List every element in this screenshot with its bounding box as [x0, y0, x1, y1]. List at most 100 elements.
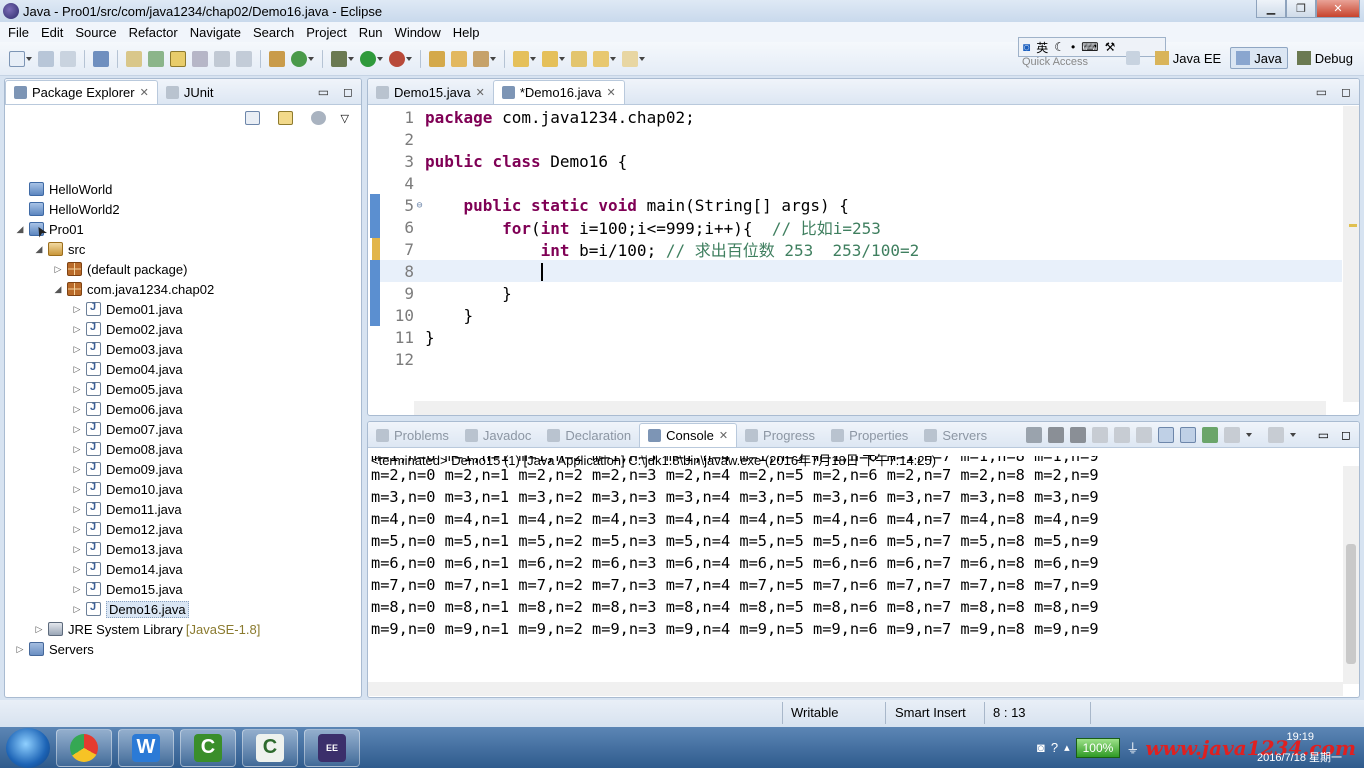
tree-item[interactable]: ▷ Demo11.java	[72, 499, 182, 519]
menu-refactor[interactable]: Refactor	[123, 25, 184, 40]
show-whitespace-icon[interactable]	[214, 50, 230, 67]
collapsed-arrow-icon[interactable]: ▷	[15, 644, 25, 655]
chevron-down-icon[interactable]	[348, 51, 355, 67]
collapsed-arrow-icon[interactable]: ▷	[72, 364, 82, 375]
console-output[interactable]: m=1,n=0 m=1,n=1 m=1,n=2 m=1,n=3 m=1,n=4 …	[371, 456, 1331, 640]
back-icon[interactable]	[593, 50, 609, 67]
console-horizontal-scrollbar[interactable]	[368, 682, 1343, 696]
help-icon[interactable]: ?	[1051, 740, 1058, 755]
close-tab-icon[interactable]: ✕	[719, 429, 728, 442]
code-line[interactable]: 11}	[380, 326, 1342, 348]
collapsed-arrow-icon[interactable]: ▷	[72, 504, 82, 515]
code-line[interactable]: 10 }	[380, 304, 1342, 326]
menu-window[interactable]: Window	[389, 25, 447, 40]
menu-help[interactable]: Help	[447, 25, 486, 40]
close-tab-icon[interactable]: ✕	[476, 86, 485, 99]
close-tab-icon[interactable]: ✕	[140, 86, 149, 99]
tree-item[interactable]: HelloWorld	[15, 179, 112, 199]
code-line[interactable]: 4	[380, 172, 1342, 194]
forward-icon[interactable]	[622, 50, 638, 67]
collapsed-arrow-icon[interactable]: ▷	[72, 544, 82, 555]
clock-time[interactable]: 19:19	[1286, 731, 1314, 743]
bottom-tab-console[interactable]: Console ✕	[639, 423, 738, 447]
minimize-view-icon[interactable]: ▭	[1318, 428, 1329, 442]
menu-edit[interactable]: Edit	[35, 25, 69, 40]
code-line[interactable]: 2	[380, 128, 1342, 150]
maximize-button[interactable]: ❐	[1286, 0, 1316, 18]
expanded-arrow-icon[interactable]: ◢	[34, 244, 44, 255]
collapsed-arrow-icon[interactable]: ▷	[72, 464, 82, 475]
collapsed-arrow-icon[interactable]: ▷	[72, 584, 82, 595]
chevron-down-icon[interactable]	[490, 51, 497, 67]
collapsed-arrow-icon[interactable]: ▷	[72, 484, 82, 495]
editor-horizontal-scrollbar[interactable]	[414, 401, 1326, 415]
console-vertical-scrollbar[interactable]	[1343, 466, 1359, 684]
collapsed-arrow-icon[interactable]: ▷	[53, 264, 63, 275]
console-scroll-thumb[interactable]	[1346, 544, 1356, 664]
minimize-view-icon[interactable]: ▭	[318, 85, 329, 99]
bottom-tab-servers[interactable]: Servers	[916, 423, 995, 447]
taskbar-app-camtasia-recorder[interactable]: C	[242, 728, 298, 767]
open-console-icon[interactable]	[1267, 427, 1284, 443]
tree-item[interactable]: ▷ Demo06.java	[72, 399, 183, 419]
package-icon[interactable]	[269, 50, 285, 67]
keyboard-icon[interactable]: ⌨	[1081, 40, 1098, 54]
taskbar-app-word[interactable]: W	[118, 728, 174, 767]
tree-item[interactable]: ▷ Demo10.java	[72, 479, 183, 499]
tree-item[interactable]: ▷ Demo01.java	[72, 299, 183, 319]
chevron-down-icon[interactable]	[1245, 427, 1262, 443]
save-icon[interactable]	[38, 50, 54, 67]
code-line[interactable]: 12	[380, 348, 1342, 370]
power-plug-icon[interactable]: ⏚	[1126, 738, 1139, 757]
moon-icon[interactable]: ☾	[1054, 40, 1065, 54]
code-area[interactable]: 1 package com.java1234.chap02; 2 3 public cl…	[368, 106, 1343, 402]
explorer-tab-package-explorer[interactable]: Package Explorer ✕	[5, 80, 158, 104]
collapsed-arrow-icon[interactable]: ▷	[72, 424, 82, 435]
collapsed-arrow-icon[interactable]: ▷	[72, 304, 82, 315]
tree-item[interactable]: ▷ Demo08.java	[72, 439, 183, 459]
chevron-down-icon[interactable]	[639, 51, 646, 67]
pilcrow-icon[interactable]	[236, 50, 252, 67]
tree-item[interactable]: ▷ Demo04.java	[72, 359, 183, 379]
quick-access-input[interactable]: Quick Access	[1018, 56, 1128, 70]
show-on-error-icon[interactable]	[1179, 427, 1196, 443]
chevron-down-icon[interactable]	[308, 51, 315, 67]
last-edit-icon[interactable]	[571, 50, 587, 67]
collapsed-arrow-icon[interactable]: ▷	[72, 384, 82, 395]
debug-icon[interactable]	[331, 50, 347, 67]
new-icon[interactable]	[9, 50, 25, 67]
word-wrap-icon[interactable]	[1135, 427, 1152, 443]
bottom-tab-progress[interactable]: Progress	[737, 423, 823, 447]
tree-item[interactable]: ◢ com.java1234.chap02	[53, 279, 215, 299]
save-all-icon[interactable]	[60, 50, 76, 67]
bottom-tab-javadoc[interactable]: Javadoc	[457, 423, 539, 447]
collapse-all-icon[interactable]	[244, 111, 260, 125]
bottom-tab-problems[interactable]: Problems	[368, 423, 457, 447]
scroll-lock-icon[interactable]	[1113, 427, 1130, 443]
toggle-mark-occurrences-icon[interactable]	[170, 50, 186, 67]
wand-icon[interactable]	[473, 50, 489, 67]
overview-warning-marker[interactable]	[1349, 224, 1357, 227]
next-annotation-icon[interactable]	[513, 50, 529, 67]
minimize-button[interactable]: ▁	[1256, 0, 1286, 18]
close-tab-icon[interactable]: ✕	[606, 86, 615, 99]
tree-item[interactable]: ▷ Demo09.java	[72, 459, 183, 479]
code-line[interactable]: 8	[380, 260, 1342, 282]
chevron-down-icon[interactable]	[559, 51, 566, 67]
collapsed-arrow-icon[interactable]: ▷	[34, 624, 44, 635]
bottom-tab-declaration[interactable]: Declaration	[539, 423, 639, 447]
chevron-down-icon[interactable]	[377, 51, 384, 67]
pin-console-icon[interactable]	[1201, 427, 1218, 443]
tree-item[interactable]: ◢ src	[34, 239, 86, 259]
tree-item[interactable]: ▷ Demo14.java	[72, 559, 183, 579]
taskbar-app-camtasia[interactable]: C	[180, 728, 236, 767]
terminal-icon[interactable]	[93, 50, 109, 67]
maximize-view-icon[interactable]: ◻	[343, 85, 353, 99]
dot-icon[interactable]: •	[1071, 40, 1075, 54]
chevron-down-icon[interactable]	[26, 51, 33, 67]
menu-navigate[interactable]: Navigate	[184, 25, 247, 40]
code-line[interactable]: 6 for(int i=100;i<=999;i++){ // 比如i=253	[380, 216, 1342, 239]
editor-vertical-scrollbar[interactable]	[1343, 106, 1359, 402]
status-insert-mode[interactable]: Smart Insert	[895, 705, 966, 720]
perspective-java[interactable]: Java	[1230, 47, 1288, 69]
